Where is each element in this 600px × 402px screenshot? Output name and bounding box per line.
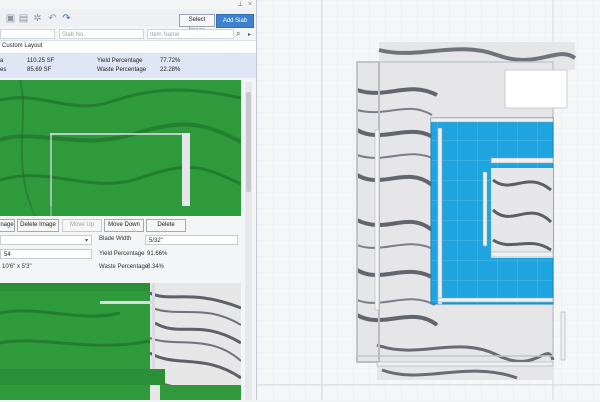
search-icon[interactable]: ⌕ bbox=[236, 29, 240, 39]
add-slab-button[interactable]: Add Slab bbox=[216, 14, 254, 28]
delete-image-button[interactable]: Delete Image bbox=[17, 219, 59, 232]
slab-no-input[interactable]: Slab No. bbox=[59, 29, 144, 39]
slab-image-bottom[interactable] bbox=[0, 283, 241, 400]
waste-percentage-value: 8.34% bbox=[147, 264, 165, 270]
item-name-input[interactable]: Item Name bbox=[147, 29, 234, 39]
close-icon[interactable]: × bbox=[248, 1, 252, 8]
total-label-tail: a bbox=[0, 58, 4, 64]
waste-percentage-label: Waste Percentage bbox=[99, 264, 149, 270]
delete-button[interactable]: Delete bbox=[146, 219, 186, 232]
slab-bottom-drawing bbox=[0, 283, 241, 400]
layout-name: Custom Layout bbox=[2, 43, 43, 49]
scrollbar-thumb[interactable] bbox=[246, 92, 251, 192]
layout-canvas[interactable] bbox=[257, 0, 600, 400]
panel-scrollbar[interactable] bbox=[245, 82, 252, 400]
cut-pieces bbox=[430, 117, 554, 305]
blade-width-input[interactable]: 5/32" bbox=[145, 235, 238, 245]
select-image-button[interactable]: Select Image bbox=[179, 14, 215, 34]
slab-image-top[interactable] bbox=[0, 80, 241, 216]
total-value: 110.25 SF bbox=[27, 58, 55, 64]
waste-label-tail: es bbox=[0, 67, 7, 73]
undo-icon[interactable]: ↶ bbox=[47, 13, 58, 24]
yield-value: 77.72% bbox=[160, 58, 181, 64]
change-image-button[interactable]: nage bbox=[0, 219, 15, 232]
chevron-down-icon: ▾ bbox=[84, 238, 88, 244]
yield-label: Yield Percentage bbox=[97, 58, 143, 64]
layout-selector[interactable]: Custom Layout bbox=[0, 40, 256, 54]
countertop-layout-drawing bbox=[257, 0, 600, 400]
redo-icon[interactable]: ↷ bbox=[61, 13, 72, 24]
blade-width-label: Blade Width bbox=[99, 236, 132, 242]
settings-icon[interactable]: ✲ bbox=[32, 13, 43, 24]
slab-icon[interactable]: ▤ bbox=[18, 13, 29, 24]
expand-arrow-icon[interactable]: ▸ bbox=[248, 31, 251, 38]
move-up-button[interactable]: Move Up bbox=[62, 219, 102, 232]
waste-label: Waste Percentage bbox=[97, 67, 147, 73]
slab-size-value: 10'6" x 5'3" bbox=[2, 264, 32, 270]
count-input[interactable]: 54 bbox=[0, 249, 92, 259]
slab-panel: ⟂ × ▣ ▤ ✲ ↶ ↷ Select Image Add Slab Slab… bbox=[0, 0, 257, 400]
pin-icon[interactable]: ⟂ bbox=[238, 1, 243, 9]
waste-value: 85.69 SF bbox=[27, 67, 52, 73]
image-icon[interactable]: ▣ bbox=[5, 13, 16, 24]
yield-percentage-label: Yield Percentage bbox=[99, 251, 145, 257]
stats-panel: a 110.25 SF Yield Percentage 77.72% es 8… bbox=[0, 54, 256, 78]
move-down-button[interactable]: Move Down bbox=[104, 219, 144, 232]
yield-percentage-value: 91.66% bbox=[147, 251, 168, 257]
slab-layout-drawing bbox=[0, 80, 241, 216]
filter-field-1[interactable] bbox=[0, 29, 55, 39]
slab-select[interactable]: ▾ bbox=[0, 235, 92, 245]
waste-percentage: 22.28% bbox=[160, 67, 181, 73]
